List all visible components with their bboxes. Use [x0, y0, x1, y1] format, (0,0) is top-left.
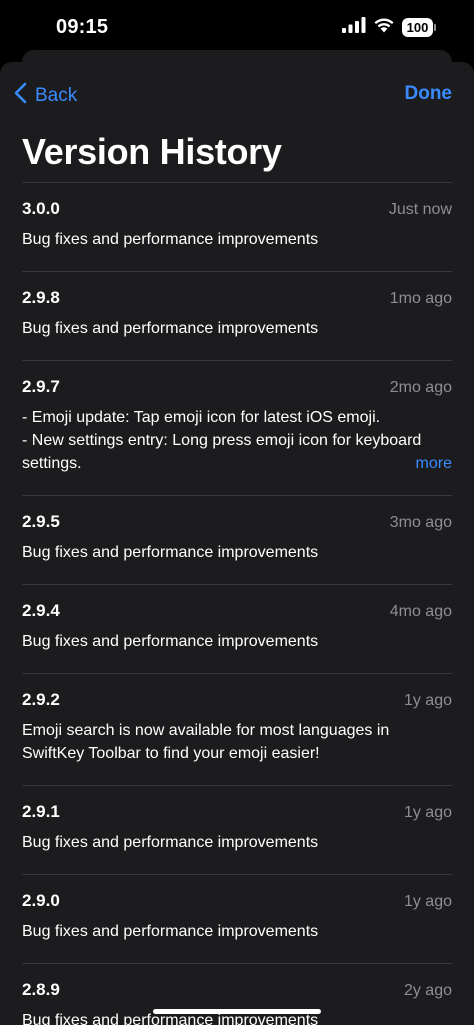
- release-notes: Bug fixes and performance improvements: [22, 923, 319, 940]
- version-entry: 2.9.7 2mo ago - Emoji update: Tap emoji …: [22, 360, 452, 495]
- version-date: 1y ago: [403, 692, 452, 709]
- version-entry: 2.9.0 1y ago Bug fixes and performance i…: [22, 874, 452, 963]
- version-number: 2.9.2: [22, 690, 60, 709]
- version-history-sheet: Back Done Version History 3.0.0 Just now…: [0, 62, 474, 1025]
- version-date: 1y ago: [403, 804, 452, 821]
- battery-cap: [434, 24, 436, 31]
- back-button[interactable]: Back: [14, 82, 77, 110]
- version-number: 2.9.7: [22, 377, 60, 396]
- version-list: 3.0.0 Just now Bug fixes and performance…: [22, 182, 452, 1025]
- version-entry: 2.9.5 3mo ago Bug fixes and performance …: [22, 495, 452, 584]
- navigation-bar: Back Done: [0, 62, 474, 126]
- cellular-signal-icon: [342, 17, 366, 38]
- version-entry: 2.9.8 1mo ago Bug fixes and performance …: [22, 271, 452, 360]
- version-number: 3.0.0: [22, 199, 60, 218]
- status-icons: 100: [342, 17, 436, 38]
- wifi-icon: [373, 17, 395, 38]
- done-button[interactable]: Done: [405, 83, 453, 105]
- status-time: 09:15: [56, 16, 109, 38]
- version-entry: 2.8.9 2y ago Bug fixes and performance i…: [22, 963, 452, 1025]
- back-label: Back: [35, 85, 78, 106]
- version-date: 1y ago: [403, 893, 452, 910]
- version-entry: 2.9.4 4mo ago Bug fixes and performance …: [22, 584, 452, 673]
- version-number: 2.9.5: [22, 512, 60, 531]
- version-number: 2.9.0: [22, 891, 60, 910]
- release-notes: - Emoji update: Tap emoji icon for lates…: [22, 409, 422, 472]
- battery-icon: 100: [402, 18, 436, 37]
- version-entry: 2.9.1 1y ago Bug fixes and performance i…: [22, 785, 452, 874]
- version-date: 2y ago: [403, 982, 452, 999]
- release-notes: Bug fixes and performance improvements: [22, 544, 319, 561]
- version-date: 1mo ago: [389, 290, 452, 307]
- version-entry: 3.0.0 Just now Bug fixes and performance…: [22, 182, 452, 271]
- version-entry: 2.9.2 1y ago Emoji search is now availab…: [22, 673, 452, 785]
- version-date: 2mo ago: [389, 379, 452, 396]
- version-number: 2.9.8: [22, 288, 60, 307]
- home-indicator[interactable]: [153, 1009, 321, 1014]
- release-notes: Bug fixes and performance improvements: [22, 633, 319, 650]
- release-notes: Bug fixes and performance improvements: [22, 320, 319, 337]
- release-notes: Emoji search is now available for most l…: [22, 722, 390, 762]
- version-number: 2.9.4: [22, 601, 60, 620]
- version-date: 3mo ago: [389, 514, 452, 531]
- version-number: 2.8.9: [22, 980, 60, 999]
- release-notes: Bug fixes and performance improvements: [22, 834, 319, 851]
- version-date: 4mo ago: [389, 603, 452, 620]
- page-title: Version History: [22, 131, 282, 172]
- release-notes: Bug fixes and performance improvements: [22, 231, 319, 248]
- version-date: Just now: [388, 201, 452, 218]
- chevron-left-icon: [14, 82, 35, 110]
- status-bar: 09:15 100: [0, 0, 474, 56]
- more-link[interactable]: more: [416, 455, 452, 473]
- battery-level: 100: [402, 18, 433, 37]
- version-number: 2.9.1: [22, 802, 60, 821]
